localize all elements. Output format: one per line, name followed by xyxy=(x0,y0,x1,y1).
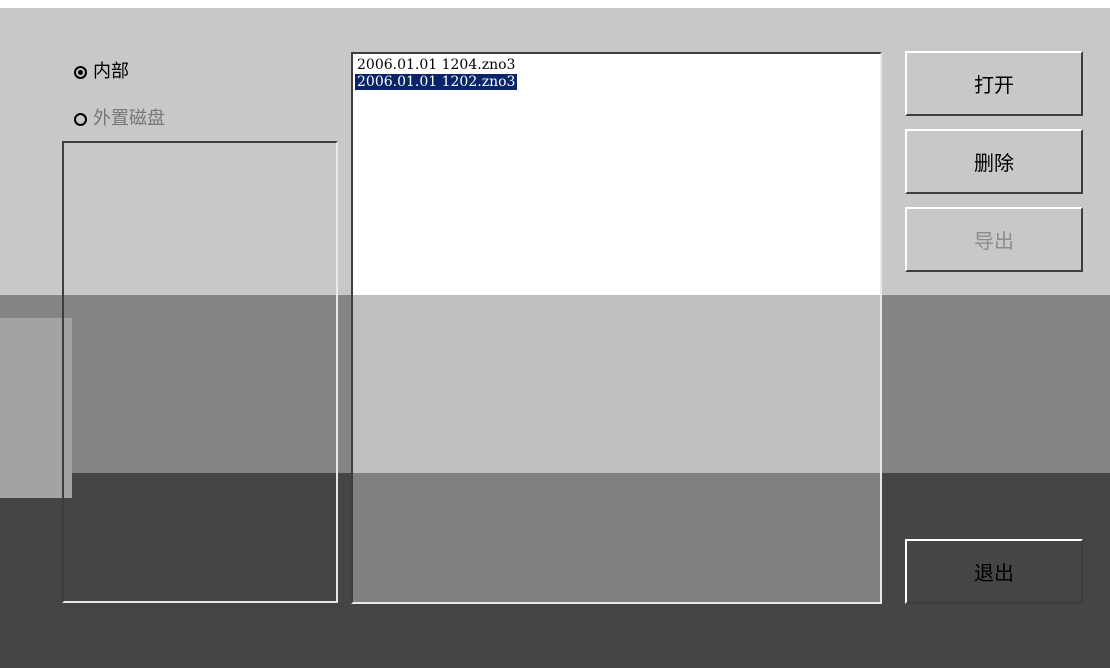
list-item[interactable]: 2006.01.01 1204.zno3 xyxy=(353,54,880,73)
drive-panel[interactable] xyxy=(62,141,338,603)
radio-internal[interactable]: 内部 xyxy=(74,61,129,83)
open-button[interactable]: 打开 xyxy=(905,51,1083,116)
file-name[interactable]: 2006.01.01 1204.zno3 xyxy=(355,57,517,73)
list-shade-mid xyxy=(353,295,880,473)
list-item-selected[interactable]: 2006.01.01 1202.zno3 xyxy=(353,71,880,90)
list-shade-dark xyxy=(353,473,880,602)
radio-selected-icon xyxy=(74,65,87,79)
radio-external-disk[interactable]: 外置磁盘 xyxy=(74,108,165,130)
export-button[interactable]: 导出 xyxy=(905,207,1083,272)
radio-unselected-icon xyxy=(74,112,87,126)
exit-button[interactable]: 退出 xyxy=(905,539,1083,604)
delete-button[interactable]: 删除 xyxy=(905,129,1083,194)
file-name-selected[interactable]: 2006.01.01 1202.zno3 xyxy=(355,74,518,90)
radio-external-disk-label: 外置磁盘 xyxy=(93,108,165,129)
file-list[interactable]: 2006.01.01 1204.zno3 2006.01.01 1202.zno… xyxy=(351,52,882,604)
top-strip xyxy=(0,0,1110,8)
radio-internal-label: 内部 xyxy=(93,61,129,82)
